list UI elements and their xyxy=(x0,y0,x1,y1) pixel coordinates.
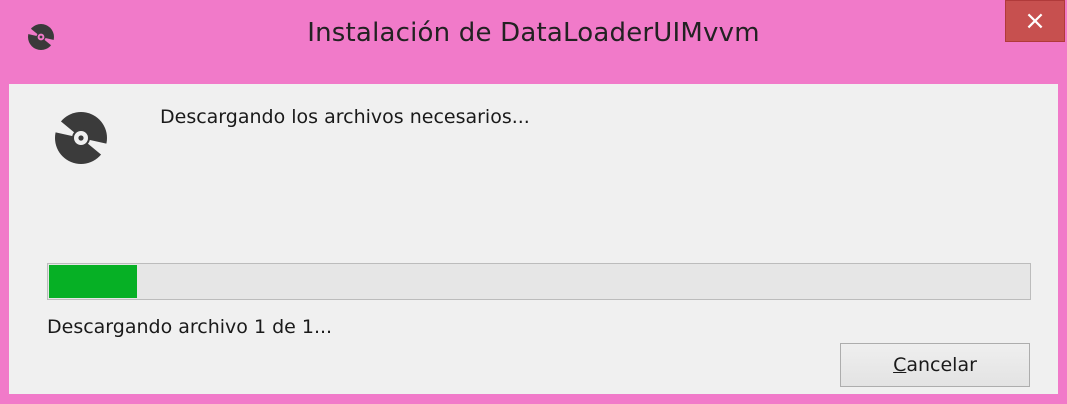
disc-install-icon xyxy=(54,112,108,164)
title-bar[interactable]: Instalación de DataLoaderUIMvvm × xyxy=(0,0,1067,84)
status-message: Descargando los archivos necesarios... xyxy=(160,106,530,128)
dialog-body: Descargando los archivos necesarios... D… xyxy=(9,84,1058,394)
cancel-button-label: ancelar xyxy=(906,354,977,376)
close-icon: × xyxy=(1024,6,1046,36)
progress-fill xyxy=(49,265,137,298)
installer-window: Instalación de DataLoaderUIMvvm × Descar… xyxy=(0,0,1067,404)
window-title: Instalación de DataLoaderUIMvvm xyxy=(307,18,760,48)
progress-bar xyxy=(47,263,1031,300)
cancel-button[interactable]: Cancelar xyxy=(840,343,1030,387)
cancel-button-accelerator: C xyxy=(893,354,907,376)
progress-status-text: Descargando archivo 1 de 1... xyxy=(47,316,333,338)
close-button[interactable]: × xyxy=(1005,0,1065,42)
